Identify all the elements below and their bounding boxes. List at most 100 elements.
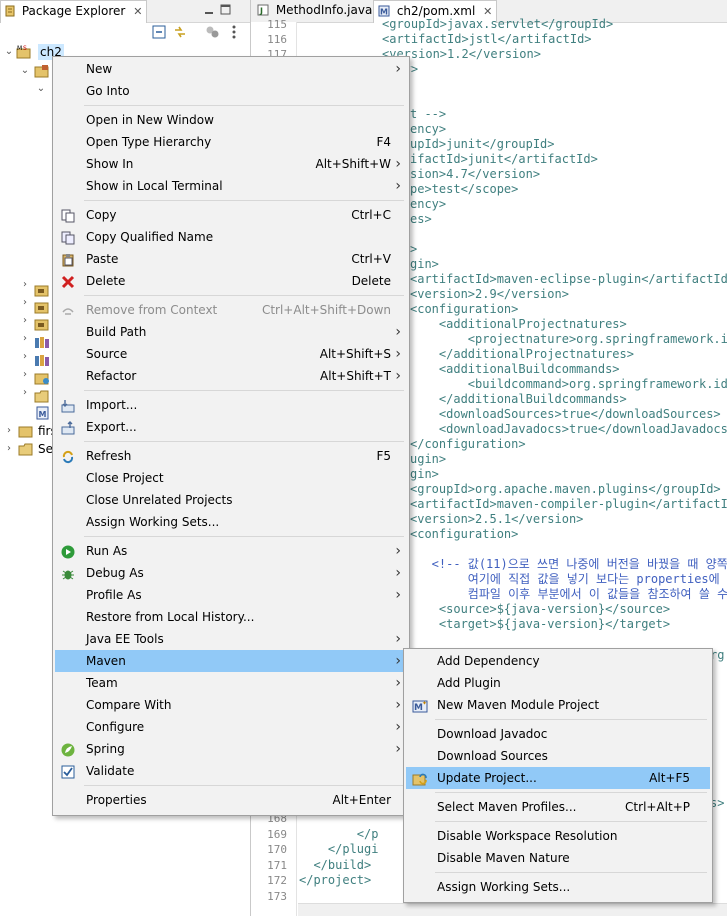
menu-item-label: Spring <box>86 742 125 756</box>
pom-file-icon: M <box>36 406 50 420</box>
menu-item-label: Close Unrelated Projects <box>86 493 233 507</box>
menu-separator <box>84 785 404 786</box>
menu-item-copy-qualified-name[interactable]: Copy Qualified Name <box>55 226 407 248</box>
menu-item-label: Paste <box>86 252 119 266</box>
menu-item-refresh[interactable]: Refresh F5 <box>55 445 407 467</box>
maven-item-add-plugin[interactable]: Add Plugin <box>406 672 710 694</box>
minimize-icon[interactable] <box>204 5 214 15</box>
menu-item-show-in[interactable]: Show In Alt+Shift+W › <box>55 153 407 175</box>
menu-item-label: Download Sources <box>437 749 548 763</box>
chevron-down-icon[interactable]: ⌄ <box>20 62 30 80</box>
maven-item-download-javadoc[interactable]: Download Javadoc <box>406 723 710 745</box>
package-explorer-tabbar: Package Explorer ✕ <box>0 0 250 23</box>
menu-item-paste[interactable]: Paste Ctrl+V <box>55 248 407 270</box>
submenu-arrow-icon: › <box>395 697 401 713</box>
chevron-right-icon[interactable]: › <box>20 315 30 333</box>
menu-separator <box>84 200 404 201</box>
link-with-editor-icon[interactable] <box>173 25 187 39</box>
maven-item-new-maven-module-project[interactable]: M ✦ New Maven Module Project <box>406 694 710 716</box>
svg-text:M: M <box>380 8 388 17</box>
chevron-right-icon[interactable]: › <box>20 387 30 405</box>
menu-item-validate[interactable]: Validate <box>55 760 407 782</box>
menu-item-run-as[interactable]: Run As › <box>55 540 407 562</box>
maven-item-assign-working-sets[interactable]: Assign Working Sets... <box>406 876 710 898</box>
code-line: 여기에 직접 값을 넣기 보다는 properties에 값을 <box>410 572 727 586</box>
code-line: </plugi <box>299 842 379 856</box>
menu-item-close-project[interactable]: Close Project <box>55 467 407 489</box>
menu-item-maven[interactable]: Maven › <box>55 650 407 672</box>
package-folder-icon <box>34 64 49 78</box>
menu-item-build-path[interactable]: Build Path › <box>55 321 407 343</box>
submenu-arrow-icon: › <box>395 719 401 735</box>
chevron-right-icon[interactable]: › <box>4 440 14 458</box>
menu-item-go-into[interactable]: Go Into <box>55 80 407 102</box>
menu-item-remove-from-context: Remove from Context Ctrl+Alt+Shift+Down <box>55 299 407 321</box>
menu-item-open-in-new-window[interactable]: Open in New Window <box>55 109 407 131</box>
menu-item-java-ee-tools[interactable]: Java EE Tools › <box>55 628 407 650</box>
menu-item-configure[interactable]: Configure › <box>55 716 407 738</box>
chevron-down-icon[interactable]: ⌄ <box>4 43 14 61</box>
menu-item-debug-as[interactable]: Debug As › <box>55 562 407 584</box>
maven-item-disable-workspace-resolution[interactable]: Disable Workspace Resolution <box>406 825 710 847</box>
menu-item-source[interactable]: Source Alt+Shift+S › <box>55 343 407 365</box>
menu-item-label: Remove from Context <box>86 303 218 317</box>
menu-item-open-type-hierarchy[interactable]: Open Type Hierarchy F4 <box>55 131 407 153</box>
maven-item-download-sources[interactable]: Download Sources <box>406 745 710 767</box>
menu-item-team[interactable]: Team › <box>55 672 407 694</box>
menu-item-label: Open in New Window <box>86 113 214 127</box>
chevron-right-icon[interactable]: › <box>20 297 30 315</box>
spring-icon <box>61 742 75 757</box>
library-icon <box>34 335 49 349</box>
code-line: </build> <box>299 857 372 872</box>
chevron-right-icon[interactable]: › <box>20 279 30 297</box>
menu-item-close-unrelated-projects[interactable]: Close Unrelated Projects <box>55 489 407 511</box>
menu-item-refactor[interactable]: Refactor Alt+Shift+T › <box>55 365 407 387</box>
menu-item-label: Compare With <box>86 698 172 712</box>
menu-item-label: Assign Working Sets... <box>86 515 220 529</box>
menu-item-show-in-local-terminal[interactable]: Show in Local Terminal › <box>55 175 407 197</box>
line-number: 171 <box>267 858 287 872</box>
menu-item-label: Show In <box>86 157 134 171</box>
code-line: upId>junit</groupId> <box>410 137 555 151</box>
maven-item-select-maven-profiles[interactable]: Select Maven Profiles... Ctrl+Alt+P <box>406 796 710 818</box>
chevron-right-icon[interactable]: › <box>20 369 30 387</box>
menu-item-spring[interactable]: Spring › <box>55 738 407 760</box>
menu-item-profile-as[interactable]: Profile As › <box>55 584 407 606</box>
horizontal-scrollbar[interactable] <box>298 903 727 916</box>
menu-item-label: Add Dependency <box>437 654 540 668</box>
collapse-all-icon[interactable] <box>152 25 166 39</box>
svg-text:S: S <box>23 45 27 52</box>
view-menu-icon[interactable] <box>231 25 245 39</box>
menu-item-delete[interactable]: Delete Delete <box>55 270 407 292</box>
menu-item-label: Properties <box>86 793 147 807</box>
maven-item-disable-maven-nature[interactable]: Disable Maven Nature <box>406 847 710 869</box>
maven-item-add-dependency[interactable]: Add Dependency <box>406 650 710 672</box>
menu-item-label: Export... <box>86 420 137 434</box>
maven-project-icon: MS <box>16 45 31 59</box>
chevron-down-icon[interactable]: ⌄ <box>36 80 46 98</box>
code-line: </p <box>299 826 379 841</box>
code-line: gin> <box>410 467 439 481</box>
menu-item-export[interactable]: Export... <box>55 416 407 438</box>
code-line: <additionalBuildcommands> <box>410 362 620 376</box>
line-number: 173 <box>267 889 287 903</box>
focus-task-icon[interactable] <box>205 25 219 39</box>
menu-item-label: Restore from Local History... <box>86 610 255 624</box>
maven-item-update-project[interactable]: Update Project... Alt+F5 <box>406 767 710 789</box>
chevron-right-icon[interactable]: › <box>20 333 30 351</box>
menu-item-restore-from-local-history[interactable]: Restore from Local History... <box>55 606 407 628</box>
code-line: sion>4.7</version> <box>410 167 541 181</box>
chevron-right-icon[interactable]: › <box>4 422 14 440</box>
close-tab-icon[interactable]: ✕ <box>133 5 142 18</box>
tab-package-explorer[interactable]: Package Explorer ✕ <box>0 0 148 23</box>
menu-item-assign-working-sets[interactable]: Assign Working Sets... <box>55 511 407 533</box>
menu-item-copy[interactable]: Copy Ctrl+C <box>55 204 407 226</box>
submenu-arrow-icon: › <box>395 565 401 581</box>
menu-item-properties[interactable]: Properties Alt+Enter <box>55 789 407 811</box>
menu-item-import[interactable]: Import... <box>55 394 407 416</box>
chevron-right-icon[interactable]: › <box>20 351 30 369</box>
menu-item-compare-with[interactable]: Compare With › <box>55 694 407 716</box>
maximize-icon[interactable] <box>220 4 231 15</box>
menu-item-new[interactable]: New › <box>55 58 407 80</box>
code-line: <target>${java-version}</target> <box>410 617 671 631</box>
